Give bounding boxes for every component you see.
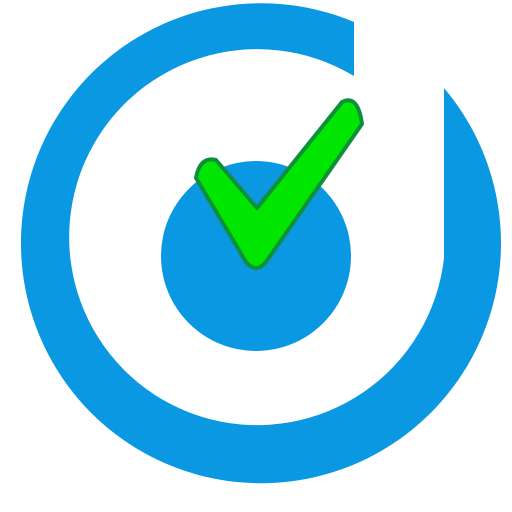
target-check-icon [0,0,512,512]
logo-canvas [0,0,512,512]
